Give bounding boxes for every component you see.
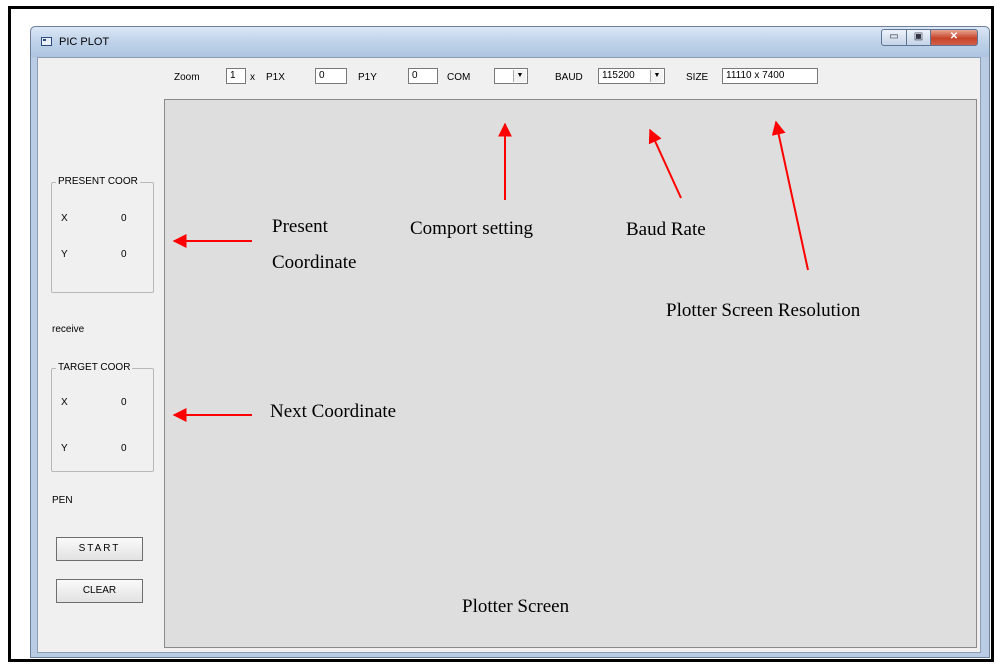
plotter-screen[interactable] bbox=[164, 99, 977, 648]
p1x-input[interactable]: 0 bbox=[315, 68, 347, 84]
p1y-label: P1Y bbox=[358, 72, 377, 83]
present-x-label: X bbox=[61, 213, 68, 224]
present-coor-group: PRESENT COOR X 0 Y 0 bbox=[51, 176, 154, 293]
size-field[interactable]: 11110 x 7400 bbox=[722, 68, 818, 84]
p1x-label: P1X bbox=[266, 72, 285, 83]
annotation-resolution: Plotter Screen Resolution bbox=[666, 300, 861, 321]
annotation-present-line1: Present bbox=[272, 216, 328, 237]
baud-value: 115200 bbox=[602, 70, 635, 81]
annotation-baud: Baud Rate bbox=[626, 219, 706, 240]
zoom-x-label: x bbox=[250, 72, 255, 83]
app-icon bbox=[41, 37, 52, 46]
annotation-next: Next Coordinate bbox=[270, 401, 397, 422]
close-icon[interactable]: ✕ bbox=[930, 29, 978, 46]
clear-button[interactable]: CLEAR bbox=[56, 579, 143, 603]
com-select[interactable]: ▼ bbox=[494, 68, 528, 84]
start-button[interactable]: START bbox=[56, 537, 143, 561]
client-area: Zoom 1 x P1X 0 P1Y 0 COM ▼ BAUD 115200 ▼… bbox=[37, 57, 981, 653]
app-window: PIC PLOT ▭ ▣ ✕ Zoom 1 x P1X 0 P1Y 0 COM … bbox=[30, 26, 990, 658]
target-coor-title: TARGET COOR bbox=[56, 362, 133, 373]
annotation-comport: Comport setting bbox=[410, 218, 533, 239]
title-bar[interactable]: PIC PLOT ▭ ▣ ✕ bbox=[31, 27, 989, 57]
pen-label: PEN bbox=[52, 495, 73, 506]
p1y-input[interactable]: 0 bbox=[408, 68, 438, 84]
baud-label: BAUD bbox=[555, 72, 583, 83]
target-x-value: 0 bbox=[121, 397, 127, 408]
window-title: PIC PLOT bbox=[59, 36, 110, 48]
target-y-value: 0 bbox=[121, 443, 127, 454]
target-x-label: X bbox=[61, 397, 68, 408]
annotation-present-line2: Coordinate bbox=[272, 252, 357, 273]
annotation-plotter: Plotter Screen bbox=[462, 596, 570, 617]
target-coor-group: TARGET COOR X 0 Y 0 bbox=[51, 362, 154, 472]
com-label: COM bbox=[447, 72, 471, 83]
present-x-value: 0 bbox=[121, 213, 127, 224]
baud-select[interactable]: 115200 ▼ bbox=[598, 68, 665, 84]
zoom-input[interactable]: 1 bbox=[226, 68, 246, 84]
zoom-label: Zoom bbox=[174, 72, 200, 83]
minimize-icon[interactable]: ▭ bbox=[881, 29, 907, 46]
target-y-label: Y bbox=[61, 443, 68, 454]
chevron-down-icon[interactable]: ▼ bbox=[513, 70, 526, 82]
maximize-icon[interactable]: ▣ bbox=[906, 29, 931, 46]
size-label: SIZE bbox=[686, 72, 709, 83]
present-y-label: Y bbox=[61, 249, 68, 260]
present-y-value: 0 bbox=[121, 249, 127, 260]
present-coor-title: PRESENT COOR bbox=[56, 176, 140, 187]
receive-label: receive bbox=[52, 324, 85, 335]
chevron-down-icon[interactable]: ▼ bbox=[650, 70, 663, 82]
